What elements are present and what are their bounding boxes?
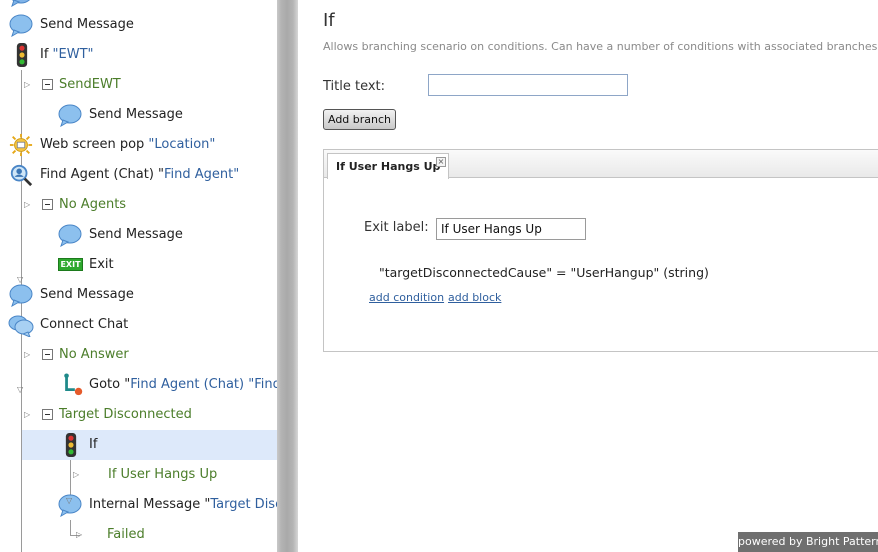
powered-by-badge: powered by Bright Pattern bbox=[738, 532, 878, 552]
speech-bubble-icon bbox=[58, 104, 82, 127]
add-condition-link[interactable]: add condition bbox=[369, 291, 444, 304]
tree-branch-failed[interactable]: ▷ Failed bbox=[0, 520, 277, 550]
title-text-label: Title text: bbox=[323, 79, 386, 94]
tree-branch-if-user-hangs-up[interactable]: ▷ If User Hangs Up bbox=[0, 460, 277, 490]
node-kind: Internal Message " bbox=[89, 497, 211, 512]
collapse-toggle[interactable] bbox=[42, 199, 53, 210]
panel-description: Allows branching scenario on conditions.… bbox=[323, 40, 878, 53]
branch-label: Failed bbox=[107, 527, 145, 542]
collapse-toggle[interactable] bbox=[42, 79, 53, 90]
tree-node-label: If "EWT" bbox=[40, 47, 94, 62]
tree-node-find-agent[interactable]: Find Agent (Chat) "Find Agent" bbox=[0, 160, 277, 190]
tree-node-label: Web screen pop "Location" bbox=[40, 137, 215, 152]
tree-node[interactable] bbox=[0, 0, 277, 10]
panel-title: If bbox=[323, 10, 335, 31]
branch-label: SendEWT bbox=[59, 77, 121, 92]
tab-strip: If User Hangs Up × bbox=[324, 150, 878, 179]
collapse-toggle[interactable] bbox=[42, 349, 53, 360]
tree-node-send-message[interactable]: Send Message bbox=[0, 280, 277, 310]
tree-node-if-selected[interactable]: If bbox=[0, 430, 277, 460]
scenario-tree: Send Message If "EWT" ▷ SendEWT Send Mes… bbox=[0, 0, 277, 552]
goto-arrow-icon bbox=[64, 373, 83, 396]
tab-if-user-hangs-up[interactable]: If User Hangs Up × bbox=[327, 153, 449, 179]
condition-text[interactable]: "targetDisconnectedCause" = "UserHangup"… bbox=[379, 265, 709, 280]
tree-node-label: Internal Message "Target Disc bbox=[89, 497, 277, 512]
tree-node-internal-message[interactable]: Internal Message "Target Disc bbox=[0, 490, 277, 520]
arrow-icon: ▷ bbox=[24, 80, 31, 89]
traffic-light-icon bbox=[65, 433, 77, 457]
tree-node-exit[interactable]: EXIT Exit bbox=[0, 250, 277, 280]
tree-branch-sendewt[interactable]: ▷ SendEWT bbox=[0, 70, 277, 100]
collapse-toggle[interactable] bbox=[42, 409, 53, 420]
panel-splitter[interactable] bbox=[277, 0, 298, 552]
add-branch-button[interactable]: Add branch bbox=[323, 109, 396, 130]
tree-branch-no-answer[interactable]: ▷ No Answer bbox=[0, 340, 277, 370]
speech-bubble-icon bbox=[58, 224, 82, 247]
branch-label: No Agents bbox=[59, 197, 127, 212]
title-text-input[interactable] bbox=[428, 74, 628, 96]
exit-label-label: Exit label: bbox=[364, 220, 429, 235]
branch-label: If User Hangs Up bbox=[108, 467, 218, 482]
exit-icon-text: EXIT bbox=[60, 260, 81, 269]
node-kind: Send Message bbox=[40, 17, 134, 32]
arrow-icon: ▷ bbox=[76, 530, 83, 539]
close-icon[interactable]: × bbox=[436, 157, 446, 167]
arrow-icon: ▷ bbox=[73, 470, 80, 479]
node-ref: "Location" bbox=[148, 137, 216, 152]
exit-label-input[interactable] bbox=[436, 218, 586, 240]
sun-burst-icon bbox=[9, 133, 33, 157]
tree-node-label: Connect Chat bbox=[40, 317, 129, 332]
traffic-light-icon bbox=[16, 43, 28, 67]
arrow-icon: ▷ bbox=[24, 200, 31, 209]
tree-node-send-message[interactable]: Send Message bbox=[0, 100, 277, 130]
down-arrow-icon: ▽ bbox=[17, 385, 24, 394]
tree-node-web-screen-pop[interactable]: Web screen pop "Location" bbox=[0, 130, 277, 160]
exit-icon: EXIT bbox=[58, 258, 83, 271]
branch-tab-container: If User Hangs Up × Exit label: "targetDi… bbox=[323, 149, 878, 352]
down-arrow-icon: ▽ bbox=[66, 496, 73, 505]
node-kind: Find Agent (Chat) " bbox=[40, 167, 165, 182]
tree-branch-target-disconnected[interactable]: ▷ Target Disconnected bbox=[0, 400, 277, 430]
tree-node-label: Send Message bbox=[40, 287, 134, 302]
branch-label: No Answer bbox=[59, 347, 129, 362]
properties-panel: If Allows branching scenario on conditio… bbox=[298, 0, 878, 552]
tree-node-goto[interactable]: Goto "Find Agent (Chat) "Find bbox=[0, 370, 277, 400]
tab-label: If User Hangs Up bbox=[336, 160, 441, 173]
arrow-icon: ▷ bbox=[24, 410, 31, 419]
node-ref: Find Agent (Chat) "Find bbox=[130, 377, 277, 392]
node-kind: Web screen pop bbox=[40, 137, 149, 152]
tree-node-if-ewt[interactable]: If "EWT" bbox=[0, 40, 277, 70]
tree-node-label: Send Message bbox=[40, 17, 134, 32]
tree-node-label: If bbox=[89, 437, 98, 452]
speech-bubble-icon bbox=[9, 284, 33, 307]
node-ref: "EWT" bbox=[52, 47, 94, 62]
arrow-icon: ▷ bbox=[24, 350, 31, 359]
double-speech-bubble-icon bbox=[8, 315, 34, 337]
speech-bubble-icon bbox=[9, 14, 33, 37]
tree-node-send-message[interactable]: Send Message bbox=[0, 10, 277, 40]
tree-branch-no-agents[interactable]: ▷ No Agents bbox=[0, 190, 277, 220]
node-ref: Target Disc bbox=[210, 497, 277, 512]
add-block-link[interactable]: add block bbox=[448, 291, 501, 304]
tree-node-connect-chat[interactable]: Connect Chat bbox=[0, 310, 277, 340]
magnifier-agent-icon bbox=[10, 164, 33, 187]
node-ref: Find Agent" bbox=[164, 167, 240, 182]
tree-node-label: Goto "Find Agent (Chat) "Find bbox=[89, 377, 277, 392]
tree-node-label: Find Agent (Chat) "Find Agent" bbox=[40, 167, 239, 182]
speech-bubble-icon bbox=[11, 0, 30, 7]
down-arrow-icon: ▽ bbox=[17, 275, 24, 284]
tree-node-label: Send Message bbox=[89, 107, 183, 122]
tree-node-send-message[interactable]: Send Message bbox=[0, 220, 277, 250]
tree-node-label: Send Message bbox=[89, 227, 183, 242]
tree-node-label: Exit bbox=[89, 257, 114, 272]
branch-label: Target Disconnected bbox=[59, 407, 192, 422]
node-kind: If bbox=[40, 47, 53, 62]
node-kind: Goto " bbox=[89, 377, 131, 392]
